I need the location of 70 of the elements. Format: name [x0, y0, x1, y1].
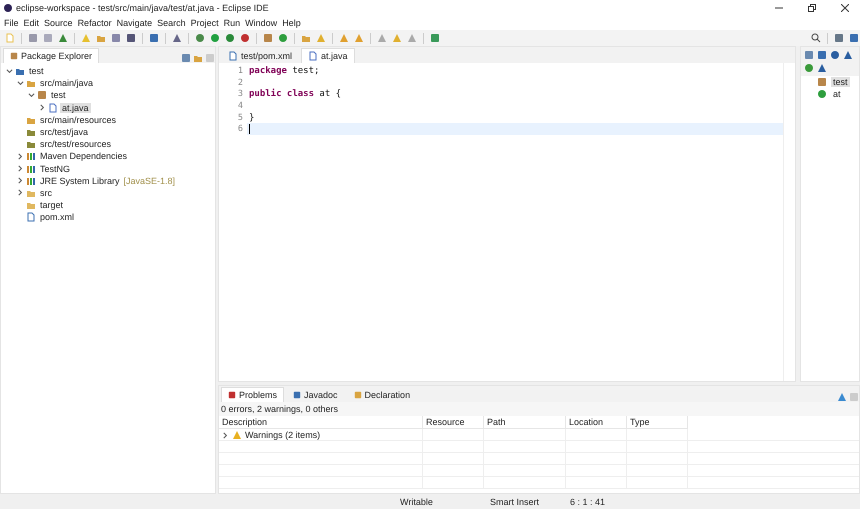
status-text: Smart Insert — [489, 496, 540, 506]
source-folder-icon — [26, 139, 36, 150]
menu-item[interactable]: Edit — [24, 18, 40, 28]
warning-icon — [232, 430, 242, 440]
table-cell[interactable]: Warnings (2 items) — [245, 430, 320, 440]
view-tab[interactable]: Javadoc — [286, 387, 345, 402]
tree-item[interactable]: test — [27, 66, 46, 76]
status-text: Writable — [399, 496, 434, 506]
xml-file-icon — [228, 51, 238, 61]
open-folder-icon — [301, 33, 311, 43]
code-line: } — [249, 112, 254, 123]
window-title: eclipse-workspace - test/src/main/java/test/at.java - Eclipse IDE — [16, 3, 270, 13]
line-number: 3 — [236, 88, 244, 100]
tree-item[interactable]: src/main/resources — [38, 114, 118, 125]
tree-item[interactable]: at.java — [60, 102, 91, 113]
editor-tab[interactable]: test/pom.xml — [221, 48, 300, 63]
line-number: 6 — [236, 123, 244, 136]
outline-item[interactable]: test — [831, 77, 850, 88]
outline-item[interactable]: at — [831, 89, 843, 100]
line-number: 4 — [236, 100, 244, 112]
code-line: package test; — [249, 66, 320, 76]
search-button[interactable] — [810, 32, 822, 44]
new-file-icon — [5, 33, 15, 43]
menu-item[interactable]: Run — [224, 18, 240, 28]
menu-item[interactable]: Project — [190, 18, 219, 28]
menu-item[interactable]: Window — [245, 18, 278, 28]
status-text: 6 : 1 : 41 — [569, 496, 606, 506]
tree-item[interactable]: TestNG — [38, 164, 72, 174]
package-explorer-tab[interactable]: Package Explorer — [3, 48, 100, 63]
tree-item[interactable]: src/test/resources — [38, 139, 114, 150]
menu-item[interactable]: Help — [282, 18, 301, 28]
tree-item[interactable]: Maven Dependencies — [38, 151, 130, 162]
source-folder-icon — [26, 78, 36, 88]
library-icon — [26, 176, 36, 186]
problems-summary: 0 errors, 2 warnings, 0 others — [219, 402, 859, 416]
text-cursor — [249, 124, 250, 134]
line-number: 2 — [236, 76, 244, 88]
menu-item[interactable]: File — [4, 18, 19, 28]
java-file-icon — [308, 51, 318, 61]
eclipse-logo-icon — [3, 3, 13, 13]
library-icon — [26, 164, 36, 174]
chevron-icon[interactable] — [222, 432, 229, 438]
project-folder-icon — [15, 66, 25, 76]
editor-tab[interactable]: at.java — [301, 48, 355, 63]
tree-item[interactable]: test — [49, 90, 68, 100]
library-icon — [26, 151, 36, 162]
menu-item[interactable]: Refactor — [78, 18, 112, 28]
java-file-icon — [48, 102, 58, 113]
folder-icon — [26, 200, 36, 210]
view-tab[interactable]: Declaration — [346, 387, 418, 402]
tree-item[interactable]: target — [38, 200, 66, 210]
dot-icon — [804, 63, 814, 73]
tree-item[interactable]: src/test/java — [38, 127, 90, 138]
menu-item[interactable]: Navigate — [116, 18, 152, 28]
tree-item[interactable]: src/main/java — [38, 78, 96, 88]
view-tab[interactable]: Problems — [221, 387, 284, 402]
line-number: 1 — [236, 65, 244, 77]
close-icon[interactable] — [841, 4, 849, 12]
xml-file-icon — [26, 212, 36, 222]
line-number: 5 — [236, 112, 244, 124]
tree-item[interactable]: JRE System Library — [38, 176, 122, 186]
code-line: public class at { — [249, 89, 342, 100]
menu-item[interactable]: Source — [44, 18, 73, 28]
source-folder-icon — [26, 127, 36, 138]
tree-item[interactable]: src — [38, 188, 54, 198]
menu-item[interactable]: Search — [157, 18, 186, 28]
restore-icon[interactable] — [808, 4, 816, 12]
folder-icon — [96, 33, 106, 43]
tree-item-note: [JavaSE-1.8] — [124, 176, 176, 186]
tree-item[interactable]: pom.xml — [38, 212, 76, 222]
